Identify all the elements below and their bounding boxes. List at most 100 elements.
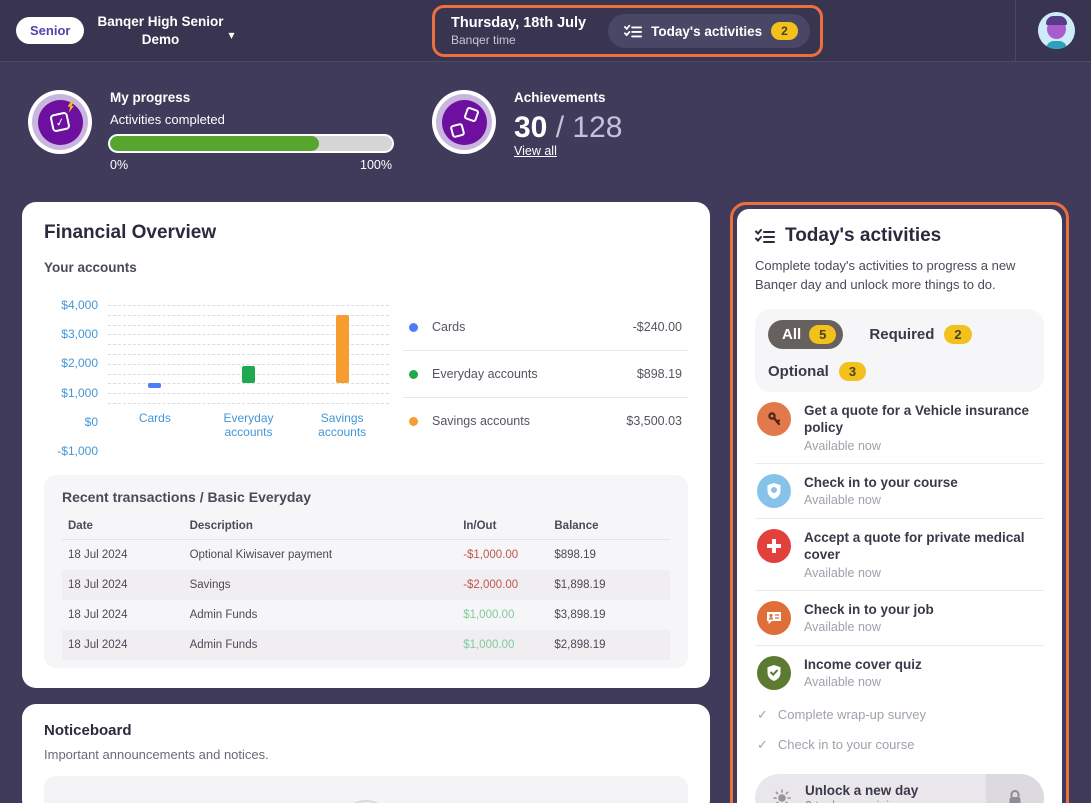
list-item[interactable]: Get a quote for a Vehicle insurance poli… [755, 392, 1044, 464]
checklist-icon [624, 24, 642, 39]
chevron-down-icon[interactable]: ▾ [228, 28, 234, 42]
chart-plot [108, 305, 389, 403]
list-item[interactable]: Check in to your job Available now [755, 591, 1044, 646]
progress-min-label: 0% [110, 158, 128, 172]
tx-date: 18 Jul 2024 [62, 570, 184, 600]
tx-balance: $1,898.19 [548, 570, 670, 600]
hero-section: ✓ My progress Activities completed 0% 10… [0, 62, 1091, 196]
legend-row-cards: Cards -$240.00 [403, 304, 688, 350]
check-icon: ✓ [757, 707, 768, 723]
noticeboard-card: Noticeboard Important announcements and … [22, 704, 710, 803]
legend-dot [409, 417, 418, 426]
checklist-icon [755, 228, 775, 245]
column-header-description: Description [184, 513, 458, 540]
legend-label: Everyday accounts [432, 367, 623, 381]
column-header-inout: In/Out [457, 513, 548, 540]
filter-label: Required [869, 326, 934, 343]
chart-y-axis: $4,000$3,000$2,000$1,000$0-$1,000 [44, 305, 104, 451]
accounts-bar-chart: $4,000$3,000$2,000$1,000$0-$1,000 CardsE… [44, 297, 389, 451]
tx-description: Admin Funds [184, 630, 458, 660]
todays-activities-button[interactable]: Today's activities 2 [608, 14, 810, 48]
legend-label: Cards [432, 320, 619, 334]
activity-status: Available now [804, 566, 1042, 580]
chat-person-icon [757, 601, 791, 635]
list-item[interactable]: Income cover quiz Available now [755, 646, 1044, 700]
medical-cross-icon [757, 529, 791, 563]
view-all-link[interactable]: View all [514, 144, 622, 158]
filter-count-badge: 3 [839, 362, 866, 381]
activity-title: Check in to your course [804, 474, 958, 492]
tx-date: 18 Jul 2024 [62, 600, 184, 630]
tx-inout: -$1,000.00 [457, 540, 548, 571]
filter-label: All [782, 326, 801, 343]
completed-activity: ✓ Check in to your course [755, 730, 1044, 760]
right-column: Today's activities Complete today's acti… [730, 202, 1069, 803]
todays-activities-label: Today's activities [651, 24, 762, 39]
top-nav: Senior Banqer High Senior Demo ▾ Thursda… [0, 0, 1091, 62]
completed-activity: ✓ Complete wrap-up survey [755, 700, 1044, 730]
date-subtitle: Banqer time [451, 33, 586, 47]
column-header-date: Date [62, 513, 184, 540]
filter-optional[interactable]: Optional 3 [768, 362, 866, 381]
list-item[interactable]: Accept a quote for private medical cover… [755, 519, 1044, 591]
shield-badge-icon [757, 474, 791, 508]
activity-status: Available now [804, 620, 934, 634]
tx-balance: $3,898.19 [548, 600, 670, 630]
activity-filters: All 5 Required 2 Optional 3 [755, 309, 1044, 392]
completed-label: Complete wrap-up survey [778, 707, 926, 722]
financial-overview-title: Financial Overview [44, 222, 688, 244]
unlock-new-day-button[interactable]: Unlock a new day 2 tasks remaining [755, 774, 1044, 803]
progress-fill [110, 136, 319, 151]
legend-dot [409, 370, 418, 379]
legend-value: $898.19 [637, 367, 682, 381]
legend-value: $3,500.03 [626, 414, 682, 428]
classroom-switcher[interactable]: Banqer High Senior Demo [96, 13, 224, 48]
tx-description: Admin Funds [184, 600, 458, 630]
recent-transactions: Recent transactions / Basic Everyday Dat… [44, 475, 688, 668]
filter-label: Optional [768, 363, 829, 380]
legend-dot [409, 323, 418, 332]
transactions-title: Recent transactions / Basic Everyday [62, 489, 670, 505]
tx-inout: $1,000.00 [457, 630, 548, 660]
tx-balance: $2,898.19 [548, 630, 670, 660]
banqer-day-highlight: Thursday, 18th July Banqer time Today's … [432, 5, 823, 57]
panel-title: Today's activities [785, 225, 941, 247]
achievements-count: 30 / 128 [514, 112, 622, 144]
nav-right [1015, 0, 1075, 61]
left-column: Financial Overview Your accounts $4,000$… [22, 202, 710, 803]
activity-status: Available now [804, 675, 922, 689]
filter-required[interactable]: Required 2 [869, 325, 971, 344]
user-avatar[interactable] [1038, 12, 1075, 49]
shield-check-icon [757, 656, 791, 690]
tx-date: 18 Jul 2024 [62, 630, 184, 660]
list-item[interactable]: Check in to your course Available now [755, 464, 1044, 519]
main-content: Financial Overview Your accounts $4,000$… [0, 196, 1091, 803]
tx-balance: $898.19 [548, 540, 670, 571]
filter-all[interactable]: All 5 [768, 320, 843, 349]
your-accounts-label: Your accounts [44, 260, 688, 275]
table-row: 18 Jul 2024 Savings -$2,000.00 $1,898.19 [62, 570, 670, 600]
unlock-subtitle: 2 tasks remaining [805, 799, 918, 803]
lock-icon [986, 774, 1044, 803]
noticeboard-subtitle: Important announcements and notices. [44, 747, 688, 762]
check-icon: ✓ [757, 737, 768, 753]
progress-badge-icon: ✓ [28, 90, 92, 154]
progress-max-label: 100% [360, 158, 392, 172]
achievements-block: Achievements 30 / 128 View all [432, 90, 622, 172]
tx-description: Savings [184, 570, 458, 600]
filter-count-badge: 5 [809, 325, 836, 344]
activity-title: Check in to your job [804, 601, 934, 619]
activity-title: Income cover quiz [804, 656, 922, 674]
activity-list: Get a quote for a Vehicle insurance poli… [755, 392, 1044, 760]
table-row: 18 Jul 2024 Admin Funds $1,000.00 $2,898… [62, 630, 670, 660]
table-row: 18 Jul 2024 Optional Kiwisaver payment -… [62, 540, 670, 571]
transactions-table: Date Description In/Out Balance 18 Jul 2… [62, 513, 670, 660]
panel-description: Complete today's activities to progress … [755, 257, 1044, 295]
unlock-title: Unlock a new day [805, 783, 918, 798]
chart-legend: Cards -$240.00 Everyday accounts $898.19… [403, 297, 688, 451]
nav-divider [1015, 0, 1016, 61]
column-header-balance: Balance [548, 513, 670, 540]
tx-date: 18 Jul 2024 [62, 540, 184, 571]
legend-row-savings: Savings accounts $3,500.03 [403, 397, 688, 444]
noticeboard-title: Noticeboard [44, 722, 688, 739]
